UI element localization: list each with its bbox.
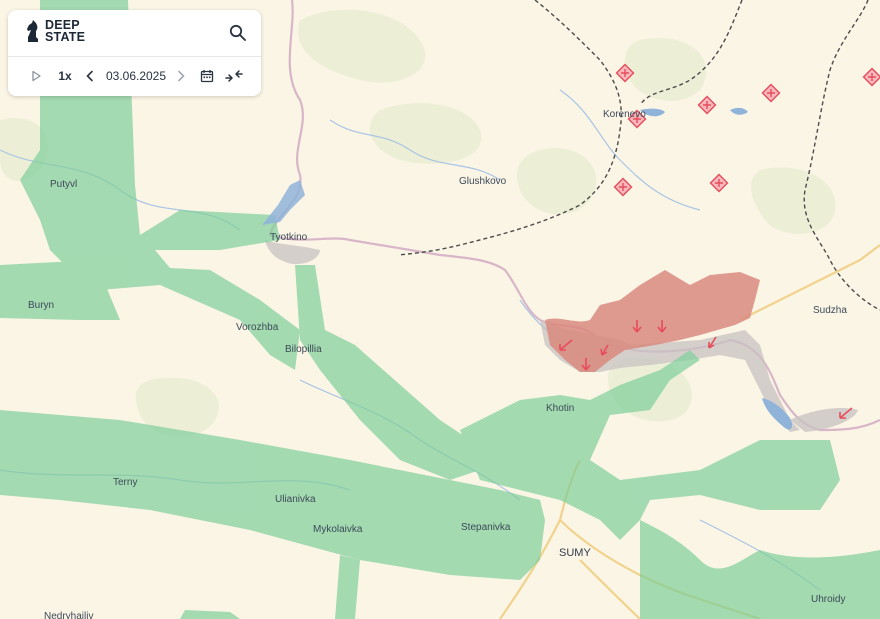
search-icon xyxy=(229,24,246,41)
panel-divider xyxy=(8,56,261,57)
place-label-mykolaivka: Mykolaivka xyxy=(313,524,363,535)
place-label-terny: Terny xyxy=(113,477,137,488)
place-label-buryn: Buryn xyxy=(28,300,54,311)
timeline-controls: 1x 03.06.2025 xyxy=(8,62,261,90)
compare-icon xyxy=(225,70,243,82)
place-label-uhroidy: Uhroidy xyxy=(811,594,845,605)
place-label-putyvl: Putyvl xyxy=(50,179,77,190)
knight-icon xyxy=(27,20,38,42)
previous-day-button[interactable] xyxy=(82,68,98,84)
chevron-left-icon xyxy=(86,70,93,82)
play-icon xyxy=(32,70,41,82)
deepstate-logo[interactable]: DEEP STATE xyxy=(25,19,85,43)
compare-button[interactable] xyxy=(224,67,244,85)
logo-text: DEEP STATE xyxy=(45,19,86,44)
search-button[interactable] xyxy=(227,22,249,44)
date-display[interactable]: 03.06.2025 xyxy=(101,67,171,85)
place-label-vorozhba: Vorozhba xyxy=(236,322,279,333)
chevron-right-icon xyxy=(178,70,185,82)
place-label-sumy: SUMY xyxy=(559,547,591,559)
calendar-button[interactable] xyxy=(198,67,216,85)
control-panel: DEEP STATE 1x 03.06.2025 xyxy=(8,10,261,96)
logo-line2: STATE xyxy=(45,30,86,44)
place-label-glushkovo: Glushkovo xyxy=(459,176,507,187)
calendar-icon xyxy=(200,70,214,83)
place-label-nedryhailiv: Nedryhailiv xyxy=(44,611,93,619)
play-button[interactable] xyxy=(28,68,44,84)
place-label-sudzha: Sudzha xyxy=(813,305,847,316)
place-label-khotin: Khotin xyxy=(546,403,574,414)
place-label-stepanivka: Stepanivka xyxy=(461,522,511,533)
next-day-button[interactable] xyxy=(173,68,189,84)
speed-toggle[interactable]: 1x xyxy=(54,67,76,85)
place-label-ulianivka: Ulianivka xyxy=(275,494,316,505)
place-label-tyotkino: Tyotkino xyxy=(270,232,308,243)
place-label-bilopillia: Bilopillia xyxy=(285,344,322,355)
place-label-korenevo: Korenevo xyxy=(603,109,646,120)
